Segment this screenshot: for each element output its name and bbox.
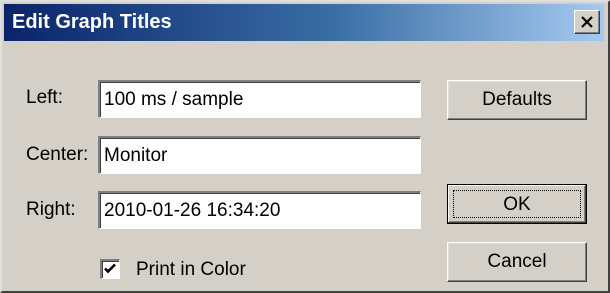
right-title-input[interactable] xyxy=(98,191,421,229)
close-icon xyxy=(581,16,593,28)
title-bar[interactable]: Edit Graph Titles xyxy=(4,4,604,41)
edit-graph-titles-dialog: Edit Graph Titles Left: Center: Right: D… xyxy=(0,0,610,293)
cancel-button[interactable]: Cancel xyxy=(447,242,587,282)
checkmark-icon xyxy=(104,263,116,274)
center-label: Center: xyxy=(26,144,89,165)
left-label: Left: xyxy=(26,87,63,108)
left-title-input[interactable] xyxy=(98,80,421,118)
print-in-color-label[interactable]: Print in Color xyxy=(136,258,246,282)
print-in-color-checkbox[interactable] xyxy=(100,259,120,279)
defaults-button[interactable]: Defaults xyxy=(447,80,587,120)
window-title: Edit Graph Titles xyxy=(12,11,172,33)
ok-button-label: OK xyxy=(453,190,581,218)
ok-button[interactable]: OK xyxy=(447,184,587,224)
close-button[interactable] xyxy=(574,10,600,34)
center-title-input[interactable] xyxy=(98,136,421,174)
right-label: Right: xyxy=(26,199,76,220)
